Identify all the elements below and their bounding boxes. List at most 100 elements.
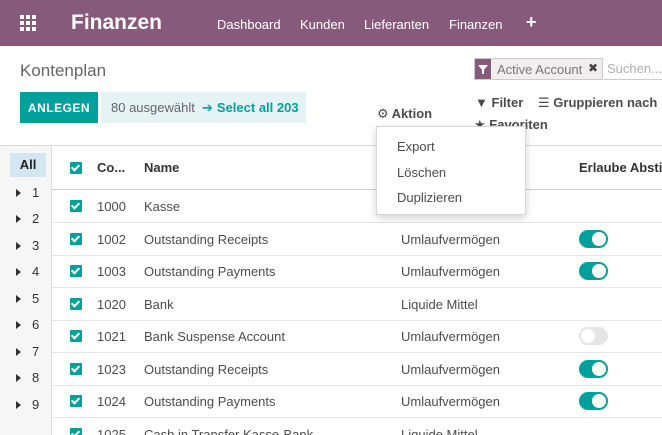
cell-code: 1023 xyxy=(97,361,126,377)
cell-code: 1025 xyxy=(97,426,126,435)
search-panel-item[interactable]: 9 xyxy=(16,397,52,412)
cell-code: 1003 xyxy=(97,264,126,279)
top-navbar: Finanzen Dashboard Kunden Lieferanten Fi… xyxy=(0,0,662,46)
table-row[interactable]: 1025 Cash in Transfer Kasse-Bank Liquide M… xyxy=(52,418,662,435)
caret-right-icon xyxy=(16,401,21,409)
nav-finanzen[interactable]: Finanzen xyxy=(449,17,502,32)
cell-name: Kasse xyxy=(144,199,181,214)
caret-right-icon xyxy=(16,295,21,303)
facet-remove-icon[interactable]: ✖ xyxy=(588,61,598,75)
cell-name: Bank Suspense Account xyxy=(144,329,285,344)
group-label: Gruppieren nach xyxy=(553,95,658,110)
caret-right-icon xyxy=(16,321,21,329)
search-panel-item[interactable]: 6 xyxy=(16,317,52,332)
facet-label: Active Account xyxy=(497,62,583,77)
select-all-checkbox[interactable] xyxy=(70,162,82,174)
search-panel-item[interactable]: 8 xyxy=(16,370,52,385)
search-panel: All 1 2 3 4 5 6 7 8 9 xyxy=(0,146,52,435)
column-header-reconcile[interactable]: Erlaube Abstimmung xyxy=(579,160,662,175)
selection-banner: 80 ausgewählt ➔ Select all 203 xyxy=(101,92,306,123)
cell-type: Umlaufvermögen xyxy=(401,329,500,344)
column-header-code[interactable]: Co... xyxy=(97,160,125,175)
search-panel-all[interactable]: All xyxy=(10,153,46,177)
cell-code: 1020 xyxy=(97,296,126,312)
table-row[interactable]: 1002 Outstanding Receipts Umlaufvermögen xyxy=(52,223,662,256)
table-row[interactable]: 1024 Outstanding Payments Umlaufvermögen xyxy=(52,385,662,418)
cell-name: Outstanding Receipts xyxy=(144,361,269,377)
search-panel-item[interactable]: 4 xyxy=(16,264,52,279)
caret-right-icon xyxy=(16,242,21,250)
caret-right-icon xyxy=(16,215,21,223)
select-all-link[interactable]: ➔ Select all 203 xyxy=(202,100,299,116)
row-checkbox[interactable] xyxy=(70,395,82,407)
row-checkbox[interactable] xyxy=(70,330,82,342)
cell-code: 1000 xyxy=(97,199,126,214)
row-checkbox[interactable] xyxy=(70,362,82,375)
table-row[interactable]: 1003 Outstanding Payments Umlaufvermögen xyxy=(52,255,662,288)
row-checkbox[interactable] xyxy=(70,200,82,212)
group-by-menu-toggle[interactable]: ☰ Gruppieren nach xyxy=(538,95,657,111)
apps-menu-icon[interactable] xyxy=(20,15,38,33)
table-row[interactable]: 1023 Outstanding Receipts Umlaufvermögen xyxy=(52,353,662,386)
filter-label: Filter xyxy=(491,95,524,110)
column-header-name[interactable]: Name xyxy=(144,160,179,175)
row-checkbox[interactable] xyxy=(70,297,82,310)
breadcrumb: Kontenplan xyxy=(20,61,107,80)
row-checkbox[interactable] xyxy=(70,265,82,277)
cell-name: Outstanding Payments xyxy=(144,394,276,409)
cell-code: 1002 xyxy=(97,231,126,247)
cell-name: Outstanding Receipts xyxy=(144,231,269,247)
list-icon: ☰ xyxy=(538,95,550,110)
add-menu-icon[interactable]: + xyxy=(526,12,537,33)
table-row[interactable]: 1020 Bank Liquide Mittel xyxy=(52,288,662,321)
search-input[interactable] xyxy=(604,58,662,80)
app-title: Finanzen xyxy=(71,11,163,34)
cell-type: Umlaufvermögen xyxy=(401,264,500,279)
row-checkbox[interactable] xyxy=(70,427,82,435)
reconcile-toggle[interactable] xyxy=(579,327,608,345)
action-menu-toggle[interactable]: ⚙ Aktion xyxy=(377,106,432,122)
gear-icon: ⚙ xyxy=(377,106,389,121)
cell-code: 1021 xyxy=(97,329,126,344)
filter-menu-toggle[interactable]: ▼ Filter xyxy=(475,95,523,110)
reconcile-toggle[interactable] xyxy=(579,229,608,248)
action-delete[interactable]: Löschen xyxy=(397,165,446,180)
cell-type: Liquide Mittel xyxy=(401,426,478,435)
select-all-label: Select all 203 xyxy=(216,100,299,115)
caret-right-icon xyxy=(16,268,21,276)
search-facet: Active Account ✖ xyxy=(474,58,603,80)
filter-icon: ▼ xyxy=(475,95,488,110)
nav-lieferanten[interactable]: Lieferanten xyxy=(364,17,429,32)
arrow-right-icon: ➔ xyxy=(202,100,213,115)
table-row[interactable]: 1021 Bank Suspense Account Umlaufvermögen xyxy=(52,320,662,353)
filter-facet-icon xyxy=(475,59,491,79)
action-export[interactable]: Export xyxy=(397,139,435,154)
cell-type: Umlaufvermögen xyxy=(401,361,500,377)
nav-kunden[interactable]: Kunden xyxy=(300,17,345,32)
action-duplicate[interactable]: Duplizieren xyxy=(397,190,462,205)
caret-right-icon xyxy=(16,189,21,197)
create-button[interactable]: ANLEGEN xyxy=(20,92,98,123)
reconcile-toggle[interactable] xyxy=(579,262,608,280)
caret-right-icon xyxy=(16,374,21,382)
reconcile-toggle[interactable] xyxy=(579,392,608,410)
action-dropdown-menu: Export Löschen Duplizieren xyxy=(376,126,526,215)
cell-name: Outstanding Payments xyxy=(144,264,276,279)
selected-count: 80 ausgewählt xyxy=(111,100,195,115)
cell-type: Liquide Mittel xyxy=(401,296,478,312)
cell-type: Umlaufvermögen xyxy=(401,394,500,409)
action-label: Aktion xyxy=(391,106,433,121)
table-row[interactable]: 1000 Kasse xyxy=(52,190,662,223)
nav-dashboard[interactable]: Dashboard xyxy=(217,17,281,32)
reconcile-toggle[interactable] xyxy=(579,359,608,378)
row-checkbox[interactable] xyxy=(70,232,82,245)
search-panel-item[interactable]: 2 xyxy=(16,211,52,226)
search-panel-item[interactable]: 1 xyxy=(16,185,52,200)
caret-right-icon xyxy=(16,348,21,356)
cell-name: Cash in Transfer Kasse-Bank xyxy=(144,426,314,435)
search-panel-item[interactable]: 7 xyxy=(16,344,52,359)
search-panel-item[interactable]: 3 xyxy=(16,238,52,253)
search-panel-item[interactable]: 5 xyxy=(16,291,52,306)
accounts-table: Co... Name Erlaube Abstimmung 1000Kasse1… xyxy=(52,146,662,435)
cell-type: Umlaufvermögen xyxy=(401,231,500,247)
